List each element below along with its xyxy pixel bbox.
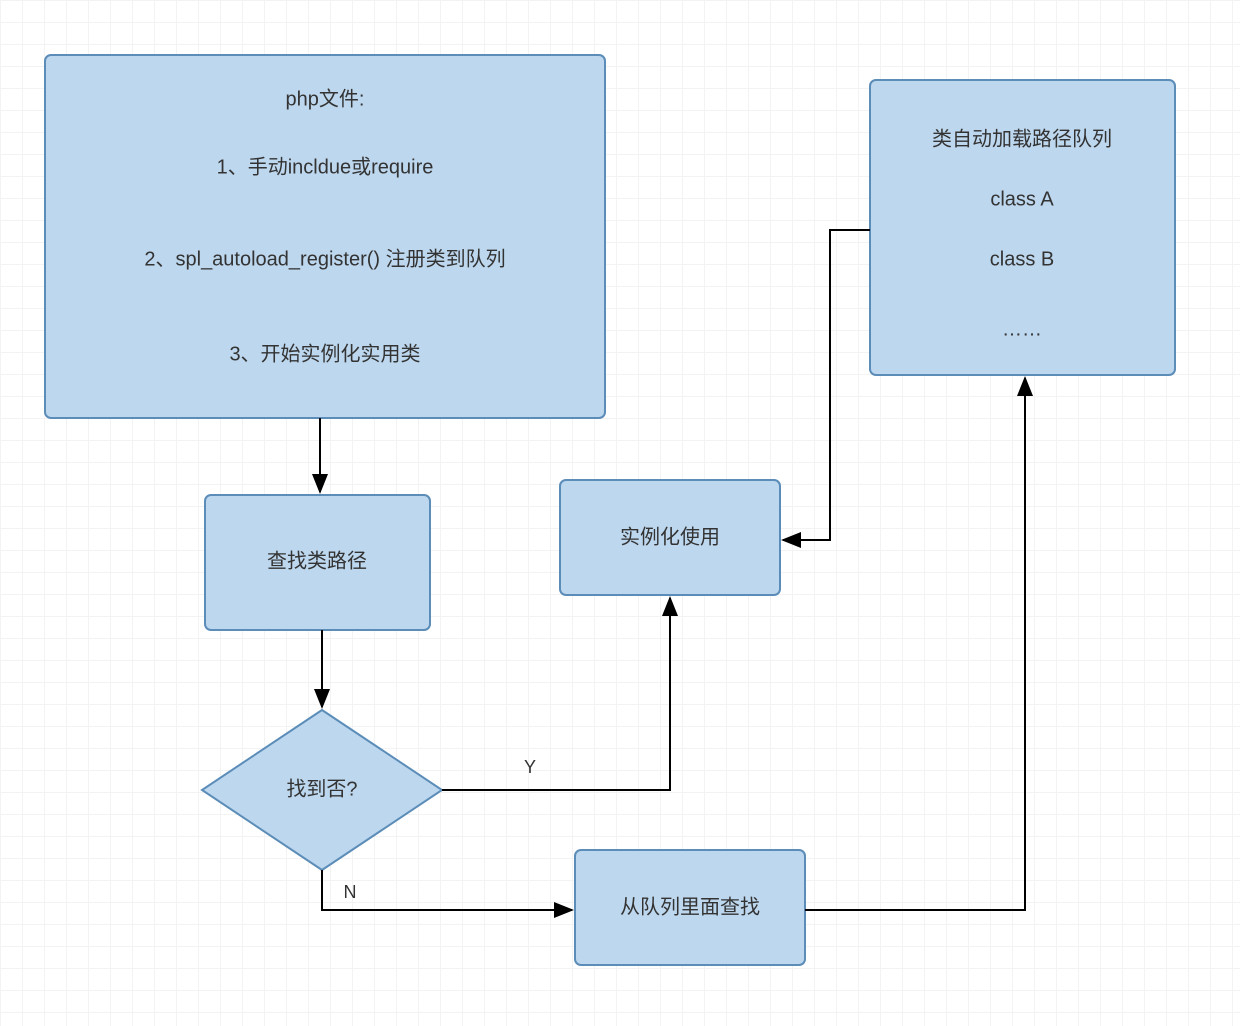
search-queue-label: 从队列里面查找 <box>620 895 760 918</box>
node-instantiate: 实例化使用 <box>560 480 780 595</box>
edge-decision-yes <box>442 598 670 790</box>
node-found-decision: 找到否? <box>202 710 442 870</box>
node-queue-list: 类自动加载路径队列 class A class B …… <box>870 80 1175 375</box>
php-file-line2: 2、spl_autoload_register() 注册类到队列 <box>144 247 505 270</box>
node-php-file: php文件: 1、手动incldue或require 2、spl_autoloa… <box>45 55 605 418</box>
instantiate-label: 实例化使用 <box>620 525 720 548</box>
node-find-path: 查找类路径 <box>205 495 430 630</box>
edge-label-no: N <box>344 882 357 902</box>
php-file-line1: 1、手动incldue或require <box>217 155 434 178</box>
edge-label-yes: Y <box>524 757 536 777</box>
found-decision-label: 找到否? <box>286 777 357 800</box>
php-file-title: php文件: <box>286 87 365 110</box>
edge-decision-no <box>322 870 572 910</box>
queue-list-item3: …… <box>1002 318 1042 340</box>
queue-list-title: 类自动加载路径队列 <box>932 127 1112 150</box>
queue-list-item1: class A <box>990 188 1054 210</box>
edge-queuelist-to-instantiate <box>783 230 870 540</box>
php-file-line3: 3、开始实例化实用类 <box>229 342 420 365</box>
edge-searchqueue-to-queuelist <box>805 378 1025 910</box>
find-path-label: 查找类路径 <box>267 549 367 572</box>
node-search-queue: 从队列里面查找 <box>575 850 805 965</box>
queue-list-item2: class B <box>990 248 1054 270</box>
